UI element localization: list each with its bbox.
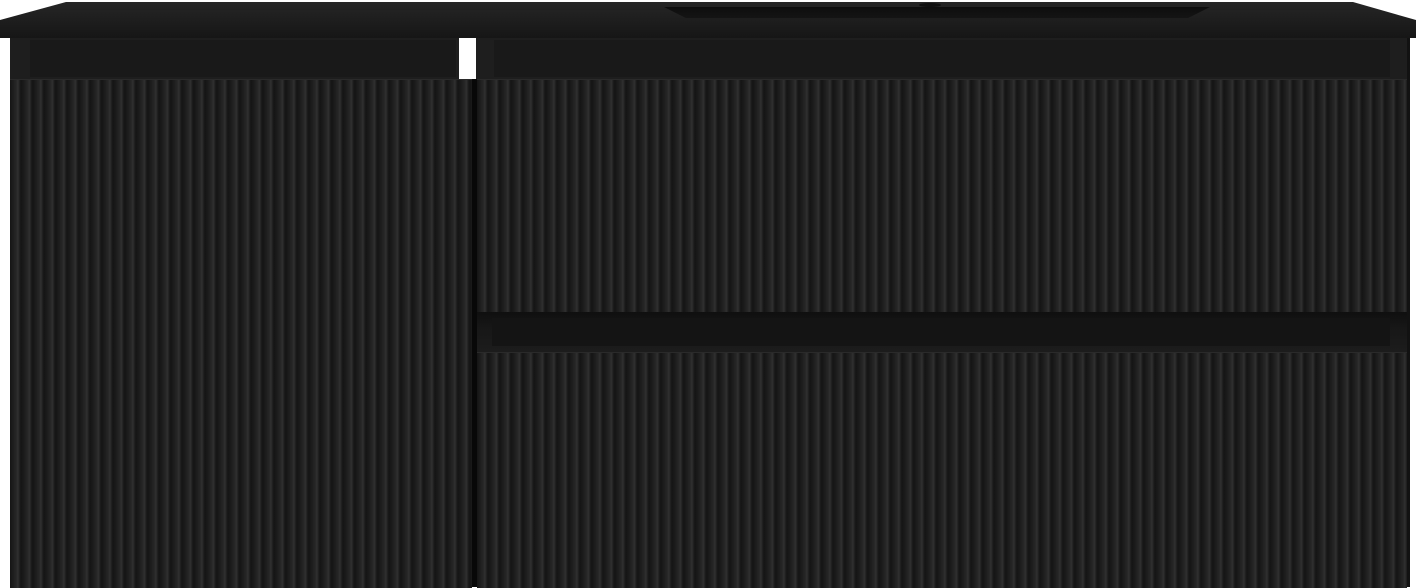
top-rail-inset-left (30, 40, 456, 77)
left-fluted-door (10, 79, 472, 588)
drawer-pull-lip (492, 318, 1390, 346)
integrated-sink-basin (664, 7, 1210, 18)
top-rail-inset-right (494, 40, 1390, 77)
top-fluted-drawer (477, 79, 1407, 313)
vanity-cabinet (0, 0, 1416, 588)
cabinet-right-edge (1407, 38, 1410, 587)
bottom-fluted-drawer (477, 352, 1407, 588)
tap-hole (919, 3, 941, 7)
